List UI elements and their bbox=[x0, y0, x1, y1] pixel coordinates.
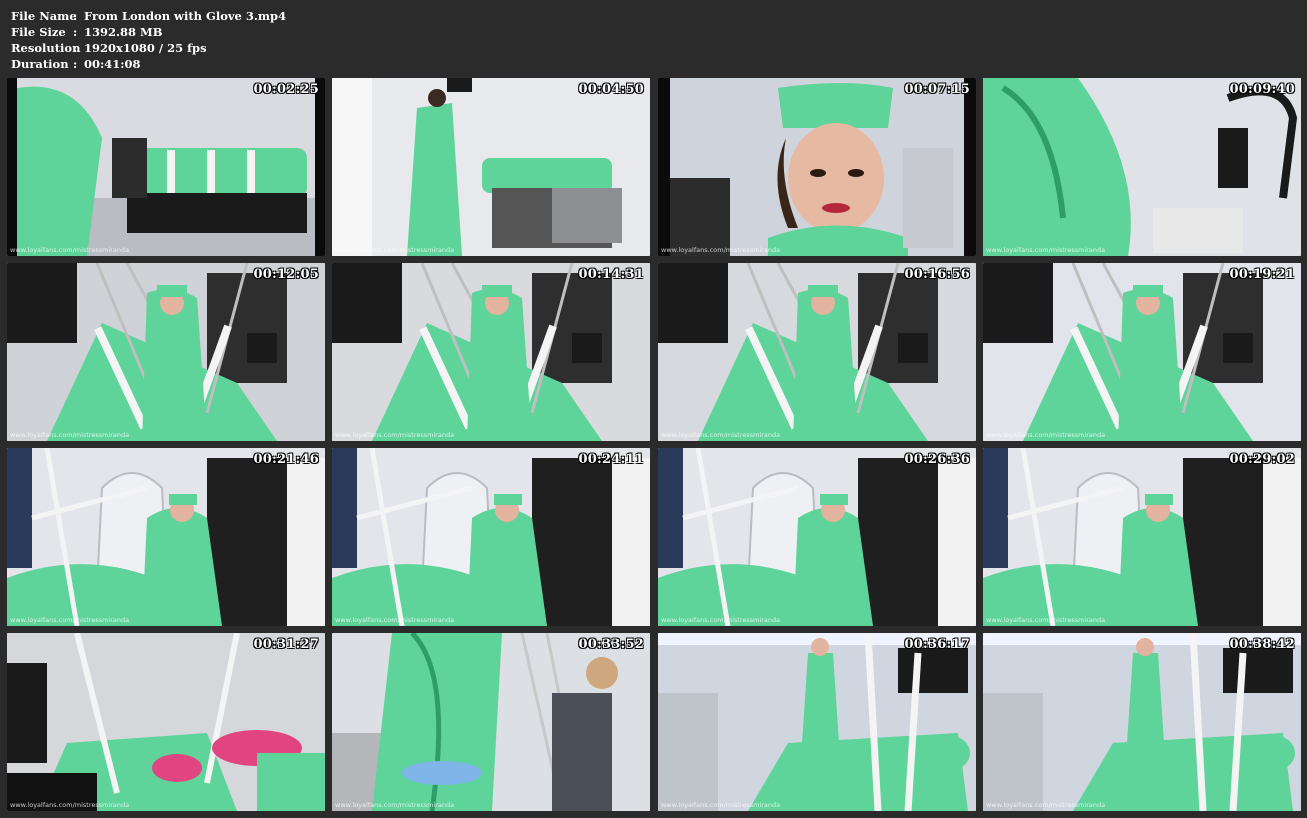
thumbnail-timestamp: 00:36:17 bbox=[904, 637, 970, 652]
thumbnail-frame-image bbox=[7, 263, 325, 441]
thumbnail-watermark: www.loyalfans.com/mistressmiranda bbox=[986, 801, 1106, 809]
thumbnail-watermark: www.loyalfans.com/mistressmiranda bbox=[986, 431, 1106, 439]
thumbnail-frame-image bbox=[332, 633, 650, 811]
thumbnail-timestamp: 00:24:11 bbox=[578, 452, 644, 467]
video-thumbnail[interactable]: 00:04:50 www.loyalfans.com/mistressmirand… bbox=[332, 78, 650, 256]
thumbnail-frame-image bbox=[658, 78, 976, 256]
duration-label: Duration bbox=[11, 57, 69, 71]
thumbnail-frame-image bbox=[658, 448, 976, 626]
thumbnail-timestamp: 00:14:31 bbox=[578, 267, 644, 282]
thumbnail-timestamp: 00:02:25 bbox=[253, 82, 319, 97]
file-name-value: From London with Glove 3.mp4 bbox=[84, 9, 287, 23]
file-size-label: File Size bbox=[11, 25, 66, 39]
thumbnail-timestamp: 00:26:36 bbox=[904, 452, 970, 467]
thumbnail-timestamp: 00:33:52 bbox=[578, 637, 644, 652]
resolution-row: Resolution : 1920x1080 / 25 fps bbox=[11, 40, 286, 56]
thumbnail-timestamp: 00:29:02 bbox=[1229, 452, 1295, 467]
duration-value: 00:41:08 bbox=[84, 57, 141, 71]
thumbnail-watermark: www.loyalfans.com/mistressmiranda bbox=[661, 616, 781, 624]
thumbnail-watermark: www.loyalfans.com/mistressmiranda bbox=[10, 431, 130, 439]
file-info-panel: File Name : From London with Glove 3.mp4… bbox=[11, 8, 286, 72]
thumbnail-watermark: www.loyalfans.com/mistressmiranda bbox=[661, 801, 781, 809]
thumbnail-watermark: www.loyalfans.com/mistressmiranda bbox=[661, 246, 781, 254]
thumbnail-frame-image bbox=[983, 263, 1301, 441]
video-thumbnail[interactable]: 00:07:15 www.loyalfans.com/mistressmirand… bbox=[658, 78, 976, 256]
video-thumbnail[interactable]: 00:16:56 www.loyalfans.com/mistressmirand… bbox=[658, 263, 976, 441]
separator: : bbox=[73, 57, 78, 71]
thumbnail-watermark: www.loyalfans.com/mistressmiranda bbox=[10, 616, 130, 624]
thumbnail-frame-image bbox=[332, 263, 650, 441]
thumbnail-frame-image bbox=[7, 633, 325, 811]
resolution-label: Resolution bbox=[11, 41, 81, 55]
video-thumbnail[interactable]: 00:09:40 www.loyalfans.com/mistressmirand… bbox=[983, 78, 1301, 256]
video-thumbnail[interactable]: 00:19:21 www.loyalfans.com/mistressmirand… bbox=[983, 263, 1301, 441]
video-thumbnail[interactable]: 00:26:36 www.loyalfans.com/mistressmirand… bbox=[658, 448, 976, 626]
video-thumbnail[interactable]: 00:31:27 www.loyalfans.com/mistressmirand… bbox=[7, 633, 325, 811]
thumbnail-watermark: www.loyalfans.com/mistressmiranda bbox=[335, 246, 455, 254]
duration-row: Duration : 00:41:08 bbox=[11, 56, 286, 72]
file-name-row: File Name : From London with Glove 3.mp4 bbox=[11, 8, 286, 24]
thumbnail-frame-image bbox=[983, 633, 1301, 811]
thumbnail-frame-image bbox=[7, 78, 325, 256]
video-thumbnail[interactable]: 00:38:42 www.loyalfans.com/mistressmirand… bbox=[983, 633, 1301, 811]
thumbnail-timestamp: 00:21:46 bbox=[253, 452, 319, 467]
thumbnail-grid: 00:02:25 www.loyalfans.com/mistressmirand… bbox=[7, 78, 1301, 812]
thumbnail-frame-image bbox=[983, 448, 1301, 626]
thumbnail-watermark: www.loyalfans.com/mistressmiranda bbox=[986, 246, 1106, 254]
separator: : bbox=[73, 41, 78, 55]
thumbnail-frame-image bbox=[332, 448, 650, 626]
thumbnail-timestamp: 00:16:56 bbox=[904, 267, 970, 282]
resolution-value: 1920x1080 / 25 fps bbox=[84, 41, 207, 55]
thumbnail-timestamp: 00:19:21 bbox=[1229, 267, 1295, 282]
video-thumbnail[interactable]: 00:02:25 www.loyalfans.com/mistressmirand… bbox=[7, 78, 325, 256]
thumbnail-watermark: www.loyalfans.com/mistressmiranda bbox=[986, 616, 1106, 624]
thumbnail-timestamp: 00:04:50 bbox=[578, 82, 644, 97]
video-thumbnail[interactable]: 00:36:17 www.loyalfans.com/mistressmirand… bbox=[658, 633, 976, 811]
file-name-label: File Name bbox=[11, 9, 77, 23]
thumbnail-watermark: www.loyalfans.com/mistressmiranda bbox=[335, 431, 455, 439]
thumbnail-frame-image bbox=[983, 78, 1301, 256]
thumbnail-watermark: www.loyalfans.com/mistressmiranda bbox=[10, 246, 130, 254]
thumbnail-timestamp: 00:31:27 bbox=[253, 637, 319, 652]
thumbnail-frame-image bbox=[7, 448, 325, 626]
thumbnail-watermark: www.loyalfans.com/mistressmiranda bbox=[10, 801, 130, 809]
thumbnail-frame-image bbox=[658, 263, 976, 441]
thumbnail-watermark: www.loyalfans.com/mistressmiranda bbox=[335, 801, 455, 809]
thumbnail-frame-image bbox=[332, 78, 650, 256]
thumbnail-watermark: www.loyalfans.com/mistressmiranda bbox=[661, 431, 781, 439]
separator: : bbox=[73, 9, 78, 23]
video-thumbnail[interactable]: 00:24:11 www.loyalfans.com/mistressmirand… bbox=[332, 448, 650, 626]
thumbnail-timestamp: 00:12:05 bbox=[253, 267, 319, 282]
thumbnail-timestamp: 00:09:40 bbox=[1229, 82, 1295, 97]
video-thumbnail[interactable]: 00:14:31 www.loyalfans.com/mistressmirand… bbox=[332, 263, 650, 441]
file-size-row: File Size : 1392.88 MB bbox=[11, 24, 286, 40]
video-thumbnail[interactable]: 00:12:05 www.loyalfans.com/mistressmirand… bbox=[7, 263, 325, 441]
thumbnail-frame-image bbox=[658, 633, 976, 811]
thumbnail-timestamp: 00:38:42 bbox=[1229, 637, 1295, 652]
video-thumbnail[interactable]: 00:29:02 www.loyalfans.com/mistressmirand… bbox=[983, 448, 1301, 626]
thumbnail-timestamp: 00:07:15 bbox=[904, 82, 970, 97]
file-size-value: 1392.88 MB bbox=[84, 25, 163, 39]
thumbnail-watermark: www.loyalfans.com/mistressmiranda bbox=[335, 616, 455, 624]
separator: : bbox=[73, 25, 78, 39]
video-thumbnail[interactable]: 00:21:46 www.loyalfans.com/mistressmirand… bbox=[7, 448, 325, 626]
video-thumbnail[interactable]: 00:33:52 www.loyalfans.com/mistressmirand… bbox=[332, 633, 650, 811]
